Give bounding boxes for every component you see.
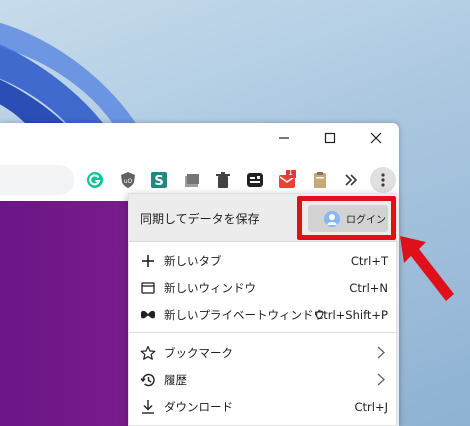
trash-icon[interactable] [214, 171, 232, 189]
gmail-badge: 1 [288, 168, 294, 177]
menu-item-shortcut: Ctrl+T [350, 253, 388, 268]
close-icon[interactable] [353, 123, 399, 153]
reader-icon[interactable] [246, 171, 264, 189]
annotation-arrow [400, 236, 454, 301]
grammarly-icon[interactable] [86, 171, 104, 189]
history-icon [139, 371, 157, 389]
menu-item-bookmarks[interactable]: ブックマーク [129, 339, 398, 366]
stylus-icon[interactable]: S [150, 171, 168, 189]
login-highlight-box [297, 196, 396, 240]
sync-text: 同期してデータを保存 [140, 212, 260, 226]
more-extensions-icon[interactable] [342, 171, 360, 189]
address-bar[interactable] [0, 165, 74, 195]
menu-item-label: ダウンロード [164, 399, 233, 414]
menu-item-history[interactable]: 履歴 [129, 366, 398, 393]
plus-icon [139, 252, 157, 270]
menu-item-shortcut: Ctrl+J [354, 399, 389, 414]
menu-item-label: 履歴 [164, 372, 187, 387]
svg-text:S: S [154, 174, 163, 189]
menu-item-shortcut: Ctrl+Shift+P [315, 307, 388, 322]
ublock-icon[interactable]: uO [119, 171, 137, 189]
star-icon [139, 344, 157, 362]
minimize-icon[interactable] [261, 123, 307, 153]
tab-stack-icon[interactable] [183, 171, 201, 189]
download-icon [139, 398, 157, 416]
menu-item-label: ブックマーク [164, 345, 233, 360]
svg-text:uO: uO [124, 178, 133, 185]
mask-icon [139, 306, 157, 324]
menu-kebab-icon[interactable] [370, 167, 396, 193]
menu-divider [129, 241, 398, 242]
window-icon [139, 279, 157, 297]
title-bar [0, 123, 399, 159]
menu-item-label: 新しいプライベートウィンドウ [164, 307, 325, 322]
menu-item-private-window[interactable]: 新しいプライベートウィンドウ Ctrl+Shift+P [129, 301, 398, 328]
menu-item-downloads[interactable]: ダウンロード Ctrl+J [129, 393, 398, 420]
menu-item-label: 新しいウィンドウ [164, 280, 256, 295]
menu-item-shortcut: Ctrl+N [349, 280, 388, 295]
page-content [0, 201, 128, 426]
menu-item-new-tab[interactable]: 新しいタブ Ctrl+T [129, 247, 398, 274]
menu-divider [129, 332, 398, 333]
menu-item-new-window[interactable]: 新しいウィンドウ Ctrl+N [129, 274, 398, 301]
chevron-right-icon [377, 346, 385, 359]
maximize-icon[interactable] [307, 123, 353, 153]
chevron-right-icon [377, 373, 385, 386]
menu-item-label: 新しいタブ [164, 253, 222, 268]
clipboard-icon[interactable] [311, 171, 329, 189]
gmail-icon[interactable]: 1 [278, 168, 296, 189]
